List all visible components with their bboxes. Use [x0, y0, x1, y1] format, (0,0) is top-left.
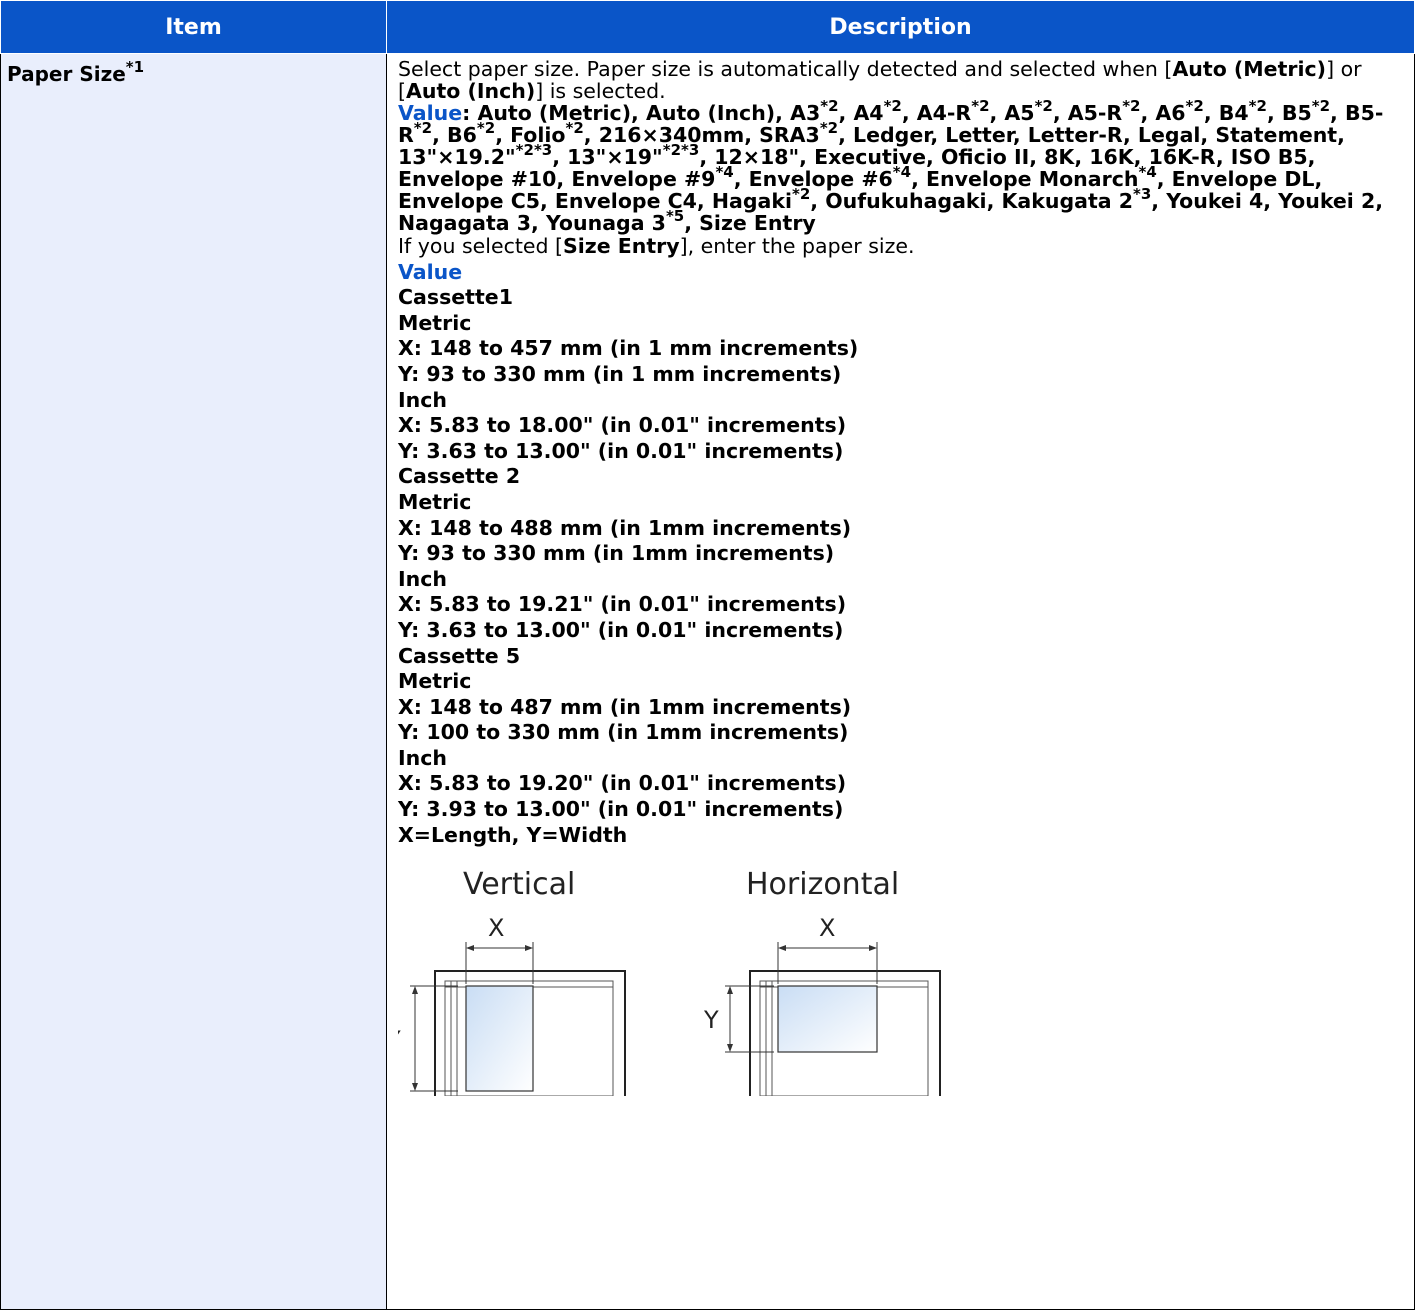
footnote-ref: *2	[883, 97, 902, 116]
metric-y-range: Y: 93 to 330 mm (in 1mm increments)	[398, 541, 835, 566]
paper-orientation-figure: Vertical Horizontal X X Y	[398, 856, 1406, 1097]
footnote-ref: *2	[820, 97, 839, 116]
footnote-ref: *2	[792, 185, 811, 204]
value-list-text: , Oufukuhagaki, Kakugata 2	[810, 189, 1133, 213]
footnote-ref: *2	[1248, 97, 1267, 116]
x-dimension-label: X	[819, 914, 835, 942]
size-entry-note: If you selected [Size Entry], enter the …	[398, 234, 915, 258]
value-list-text: , A4-R	[901, 101, 972, 125]
footnote-ref: *2*3	[662, 141, 700, 160]
inch-label: Inch	[398, 566, 447, 591]
item-label: Paper Size	[7, 62, 126, 86]
table-row: Paper Size*1 Select paper size. Paper si…	[0, 53, 1415, 1310]
value-list-text: , 216×340mm, SRA3	[583, 123, 820, 147]
metric-label: Metric	[398, 669, 472, 694]
settings-table: Item Description Paper Size*1 Select pap…	[0, 0, 1415, 1310]
cassette-name: Cassette1	[398, 285, 513, 310]
inch-y-range: Y: 3.93 to 13.00" (in 0.01" increments)	[398, 797, 844, 822]
footnote-ref: *2	[1122, 97, 1141, 116]
item-footnote-ref: *1	[125, 58, 145, 77]
metric-x-range: X: 148 to 488 mm (in 1mm increments)	[398, 515, 852, 540]
value-list-text: , Envelope #6	[733, 167, 893, 191]
value-list-text: Auto (Metric), Auto (Inch), A3	[470, 101, 821, 125]
metric-y-range: Y: 93 to 330 mm (in 1 mm increments)	[398, 361, 842, 386]
xy-note: X=Length, Y=Width	[398, 822, 628, 847]
metric-x-range: X: 148 to 457 mm (in 1 mm increments)	[398, 336, 859, 361]
footnote-ref: *3	[1133, 185, 1152, 204]
description-cell: Select paper size. Paper size is automat…	[386, 53, 1415, 1310]
cassette-block: Cassette 5 Metric X: 148 to 487 mm (in 1…	[398, 644, 1406, 823]
inch-y-range: Y: 3.63 to 13.00" (in 0.01" increments)	[398, 438, 844, 463]
value-list-text: , B4	[1203, 101, 1249, 125]
metric-label: Metric	[398, 489, 472, 514]
value-list-text: , B5	[1266, 101, 1312, 125]
value-list-text: , Envelope Monarch	[911, 167, 1139, 191]
value-label-2: Value	[398, 259, 463, 284]
metric-label: Metric	[398, 310, 472, 335]
footnote-ref: *2	[971, 97, 990, 116]
metric-y-range: Y: 100 to 330 mm (in 1mm increments)	[398, 720, 849, 745]
footnote-ref: *2	[413, 119, 433, 138]
value-list-text: , A4	[838, 101, 884, 125]
footnote-ref: *2	[476, 119, 496, 138]
value-list-text: , A6	[1140, 101, 1186, 125]
footnote-ref: *2	[1034, 97, 1053, 116]
inch-label: Inch	[398, 387, 447, 412]
footnote-ref: *4	[892, 163, 912, 182]
value-list-text: , A5-R	[1052, 101, 1123, 125]
footnote-ref: *2*3	[515, 141, 553, 160]
inch-y-range: Y: 3.63 to 13.00" (in 0.01" increments)	[398, 617, 844, 642]
footnote-ref: *2	[1185, 97, 1204, 116]
inch-x-range: X: 5.83 to 19.21" (in 0.01" increments)	[398, 592, 847, 617]
footnote-ref: *2	[565, 119, 584, 138]
vertical-tray-illustration: X Y	[398, 914, 626, 1097]
value-list-text: , 13"×19"	[552, 145, 663, 169]
intro-text: Select paper size. Paper size is automat…	[398, 57, 1362, 103]
vertical-title: Vertical	[463, 867, 575, 902]
cassette-name: Cassette 5	[398, 643, 521, 668]
footnote-ref: *2	[1311, 97, 1331, 116]
cassette-block: Cassette1 Metric X: 148 to 457 mm (in 1 …	[398, 285, 1406, 464]
column-header-description: Description	[386, 0, 1415, 54]
footnote-ref: *5	[665, 207, 685, 226]
orientation-diagram: Vertical Horizontal X X Y	[398, 867, 941, 1097]
metric-x-range: X: 148 to 487 mm (in 1mm increments)	[398, 694, 852, 719]
footnote-ref: *2	[819, 119, 839, 138]
value-list-text: , Size Entry	[684, 211, 816, 235]
inch-label: Inch	[398, 745, 447, 770]
item-cell: Paper Size*1	[0, 53, 387, 1310]
horizontal-title: Horizontal	[746, 867, 899, 902]
cassette-block: Cassette 2 Metric X: 148 to 488 mm (in 1…	[398, 464, 1406, 643]
y-dimension-label: Y	[703, 1006, 719, 1034]
x-dimension-label: X	[488, 914, 504, 942]
column-header-item: Item	[0, 0, 387, 54]
cassette-name: Cassette 2	[398, 464, 521, 489]
value-list-text: , B6	[432, 123, 477, 147]
inch-x-range: X: 5.83 to 18.00" (in 0.01" increments)	[398, 413, 847, 438]
y-dimension-label: Y	[398, 1026, 401, 1054]
value-list: Value: Auto (Metric), Auto (Inch), A3*2,…	[398, 97, 1384, 235]
horizontal-tray-illustration: X Y	[703, 914, 941, 1097]
footnote-ref: *4	[1138, 163, 1157, 182]
inch-x-range: X: 5.83 to 19.20" (in 0.01" increments)	[398, 771, 847, 796]
footnote-ref: *4	[715, 163, 734, 182]
table-header-row: Item Description	[0, 0, 1415, 54]
value-list-text: , A5	[989, 101, 1035, 125]
